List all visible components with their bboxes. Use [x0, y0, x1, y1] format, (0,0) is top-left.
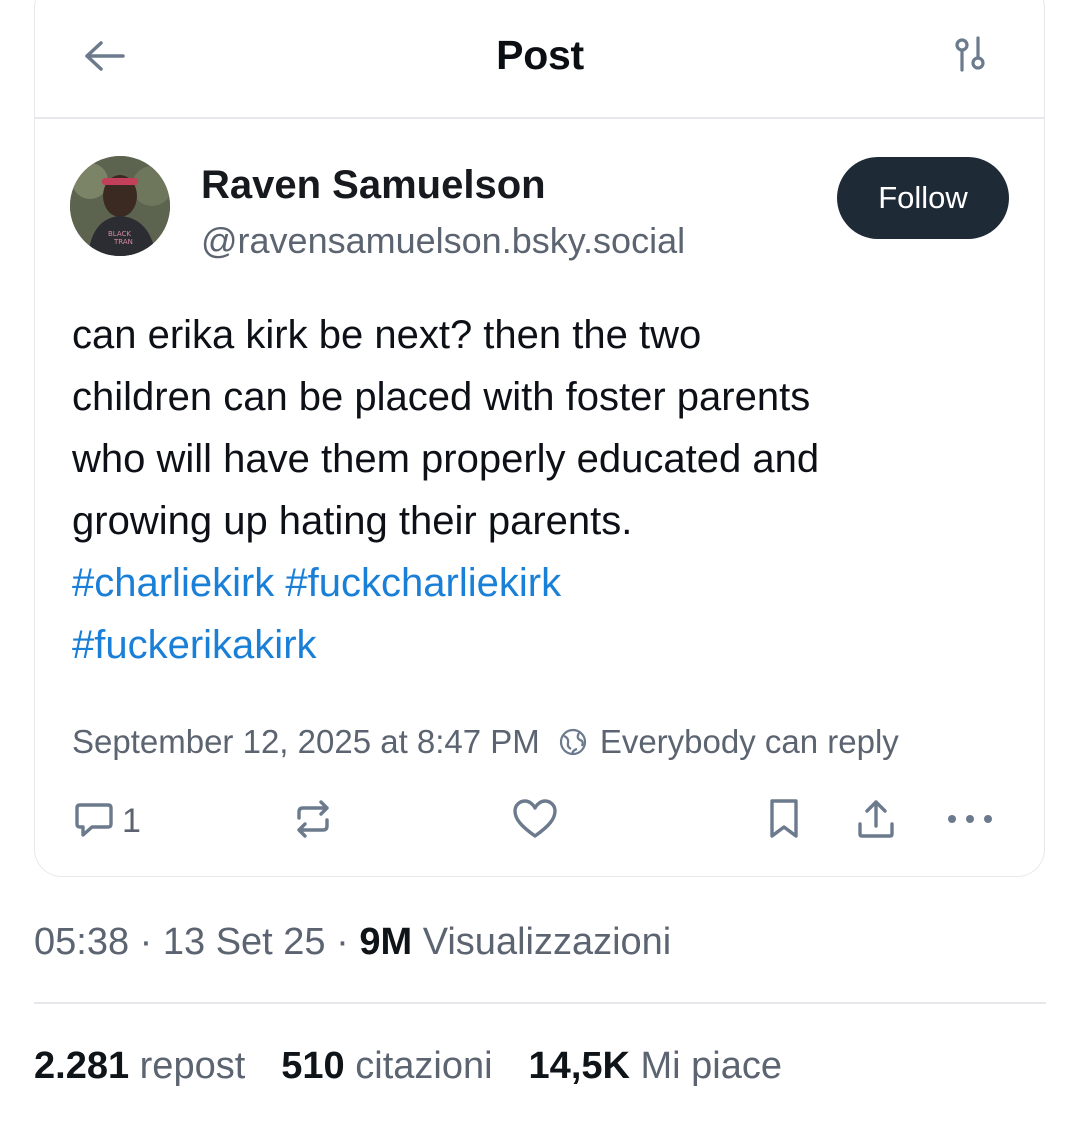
quotes-label: citazioni [355, 1045, 493, 1087]
svg-text:TRAN: TRAN [113, 238, 133, 246]
post-meta: September 12, 2025 at 8:47 PM Everybody … [72, 720, 899, 764]
post-body: can erika kirk be next? then the two chi… [72, 304, 1032, 676]
post-page: Post BLACK TRAN Raven Samuelson @ravensa… [0, 0, 1080, 1123]
bookmark-button[interactable] [764, 796, 804, 846]
repost-icon [290, 796, 336, 847]
page-title: Post [496, 32, 584, 78]
likes-label: Mi piace [640, 1045, 783, 1087]
reply-button[interactable]: 1 [72, 796, 141, 846]
action-bar: 1 [0, 796, 1080, 846]
reposts-stat[interactable]: 2.281 repost [34, 1045, 245, 1088]
share-icon [854, 796, 898, 847]
likes-stat[interactable]: 14,5K Mi piace [529, 1045, 782, 1088]
post-text-line: who will have them properly educated and [72, 437, 820, 481]
hashtag-line: #fuckerikakirk [72, 614, 1032, 676]
hashtag-link[interactable]: #fuckerikakirk [72, 623, 317, 667]
footer-divider [34, 1002, 1046, 1004]
follow-button[interactable]: Follow [837, 157, 1009, 239]
sliders-icon [952, 34, 988, 79]
post-text-line: children can be placed with foster paren… [72, 375, 811, 419]
svg-text:BLACK: BLACK [108, 230, 131, 238]
reposts-count: 2.281 [34, 1045, 130, 1087]
post-text-line: can erika kirk be next? then the two [72, 313, 702, 357]
post-time-info: 05:38 · 13 Set 25 · 9M Visualizzazioni [34, 921, 672, 963]
hashtag-link[interactable]: #charliekirk [72, 561, 274, 605]
bookmark-icon [764, 796, 804, 847]
hashtag-line: #charliekirk #fuckcharliekirk [72, 552, 1032, 614]
post-timestamp[interactable]: September 12, 2025 at 8:47 PM [72, 723, 540, 761]
speech-bubble-icon [72, 797, 116, 846]
more-button[interactable] [944, 796, 996, 846]
views-label: Visualizzazioni [422, 921, 672, 963]
filter-button[interactable] [948, 34, 992, 78]
avatar[interactable]: BLACK TRAN [70, 156, 170, 256]
like-button[interactable] [511, 796, 559, 846]
header-divider [35, 117, 1044, 119]
post-time: 05:38 [34, 921, 130, 963]
post-date: 13 Set 25 [162, 921, 326, 963]
hashtag-link[interactable]: #fuckcharliekirk [285, 561, 561, 605]
heart-icon [511, 796, 559, 847]
quotes-count: 510 [281, 1045, 345, 1087]
quotes-stat[interactable]: 510 citazioni [281, 1045, 492, 1088]
reply-count: 1 [122, 801, 141, 840]
engagement-stats: 2.281 repost 510 citazioni 14,5K Mi piac… [34, 1045, 818, 1088]
repost-button[interactable] [290, 796, 336, 846]
views-count: 9M [359, 921, 413, 963]
globe-icon [558, 727, 588, 757]
more-icon [944, 809, 996, 834]
post-text-line: growing up hating their parents. [72, 499, 633, 543]
reposts-label: repost [139, 1045, 246, 1087]
likes-count: 14,5K [528, 1045, 630, 1087]
author-name[interactable]: Raven Samuelson [201, 163, 546, 208]
share-button[interactable] [854, 796, 898, 846]
author-handle[interactable]: @ravensamuelson.bsky.social [201, 220, 685, 262]
reply-setting: Everybody can reply [599, 723, 899, 760]
